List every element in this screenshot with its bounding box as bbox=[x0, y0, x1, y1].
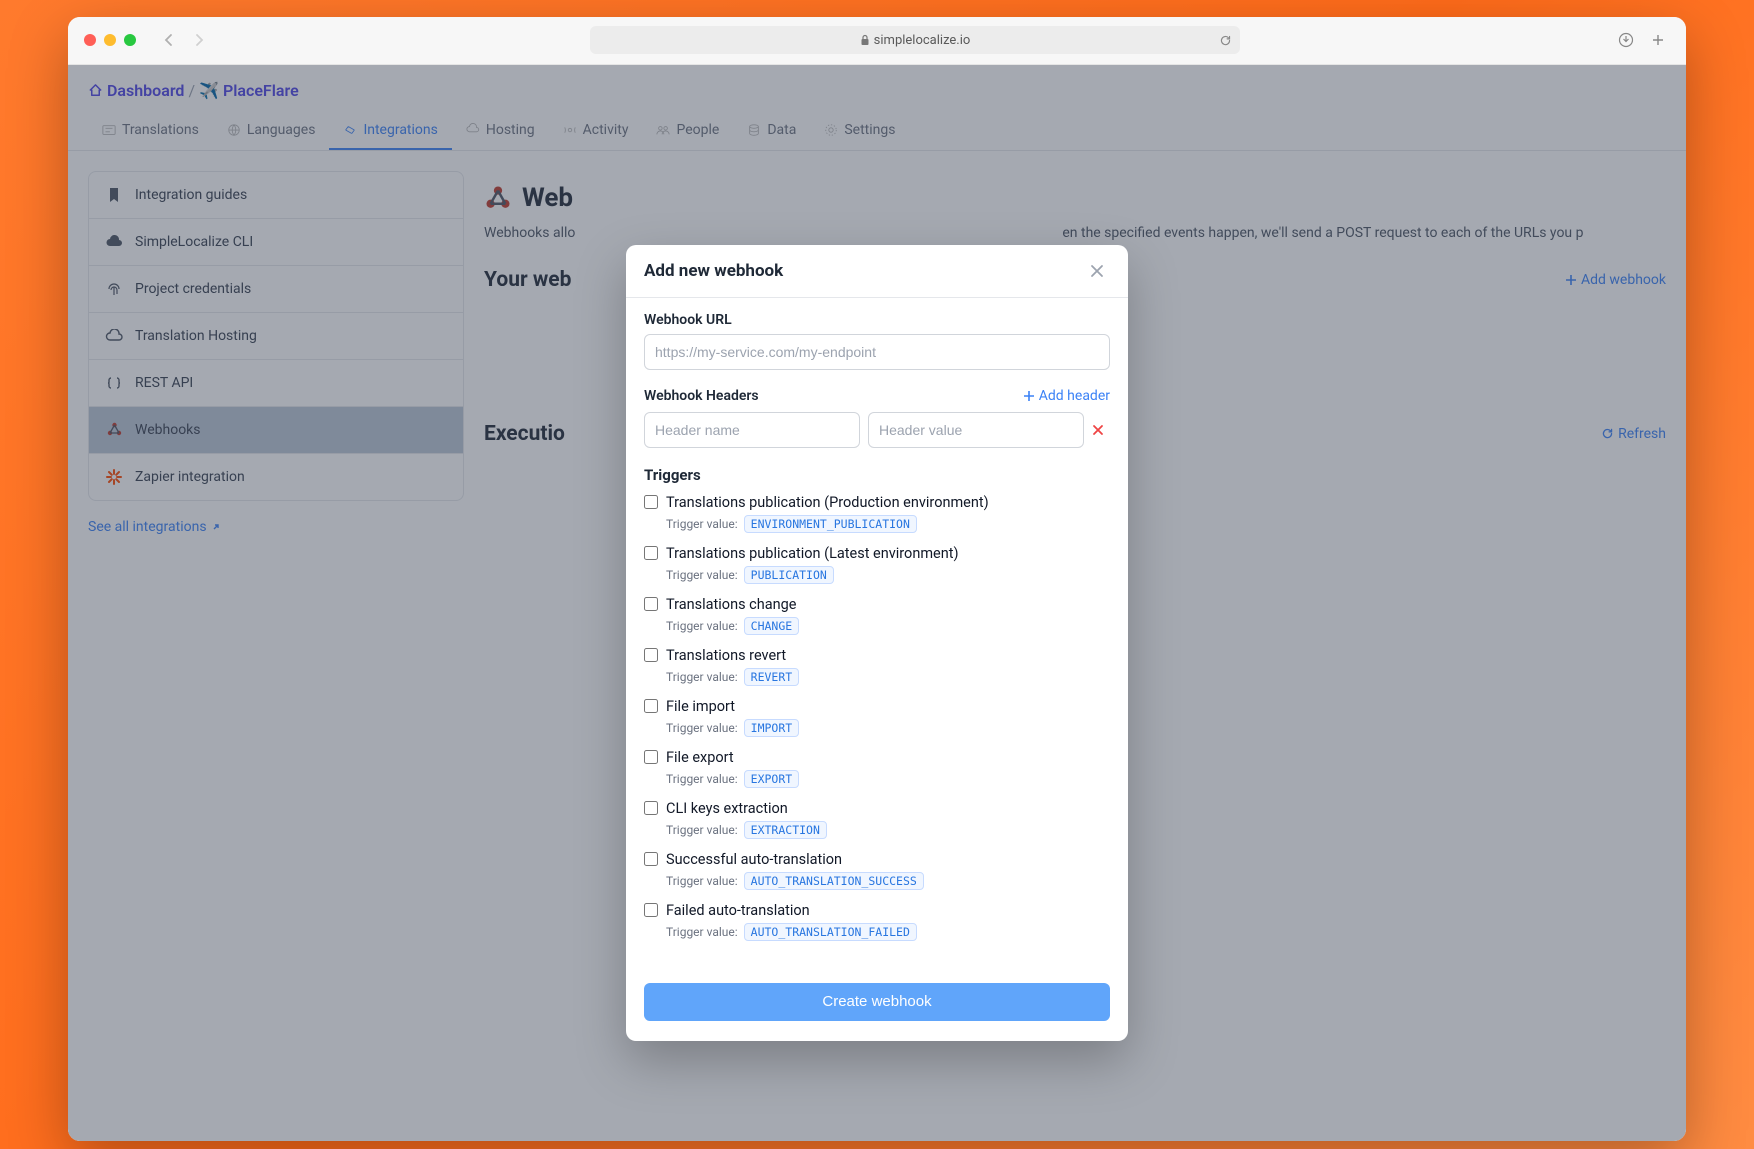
url-bar[interactable]: simplelocalize.io bbox=[590, 26, 1240, 54]
new-tab-icon[interactable] bbox=[1650, 32, 1670, 48]
trigger-name: File import bbox=[666, 698, 735, 715]
maximize-window-button[interactable] bbox=[124, 34, 136, 46]
trigger-item: File export Trigger value: EXPORT bbox=[644, 749, 1110, 788]
trigger-value-code: AUTO_TRANSLATION_SUCCESS bbox=[744, 872, 924, 890]
trigger-name: CLI keys extraction bbox=[666, 800, 788, 817]
url-host: simplelocalize.io bbox=[874, 33, 971, 48]
trigger-item: Translations publication (Latest environ… bbox=[644, 545, 1110, 584]
trigger-item: Translations change Trigger value: CHANGE bbox=[644, 596, 1110, 635]
trigger-checkbox[interactable] bbox=[644, 903, 658, 917]
trigger-value-label: Trigger value: bbox=[666, 670, 738, 684]
webhook-headers-label: Webhook Headers bbox=[644, 388, 759, 404]
trigger-item: Translations publication (Production env… bbox=[644, 494, 1110, 533]
trigger-item: CLI keys extraction Trigger value: EXTRACT… bbox=[644, 800, 1110, 839]
traffic-lights bbox=[84, 34, 136, 46]
trigger-checkbox[interactable] bbox=[644, 597, 658, 611]
browser-chrome: simplelocalize.io bbox=[68, 17, 1686, 65]
app-content: Dashboard / ✈️ PlaceFlare Translations L… bbox=[68, 65, 1686, 1141]
header-name-input[interactable] bbox=[644, 412, 860, 448]
modal-header: Add new webhook bbox=[626, 245, 1128, 298]
trigger-value-code: REVERT bbox=[744, 668, 800, 686]
close-icon bbox=[1090, 264, 1104, 278]
trigger-value-code: ENVIRONMENT_PUBLICATION bbox=[744, 515, 917, 533]
trigger-checkbox[interactable] bbox=[644, 699, 658, 713]
trigger-value-code: IMPORT bbox=[744, 719, 800, 737]
nav-arrows bbox=[156, 28, 212, 52]
trigger-value-label: Trigger value: bbox=[666, 823, 738, 837]
trigger-name: Translations publication (Latest environ… bbox=[666, 545, 959, 562]
trigger-value-label: Trigger value: bbox=[666, 925, 738, 939]
trigger-name: Translations change bbox=[666, 596, 796, 613]
reload-icon[interactable] bbox=[1219, 34, 1232, 47]
header-value-input[interactable] bbox=[868, 412, 1084, 448]
lock-icon bbox=[860, 34, 870, 46]
add-header-label: Add header bbox=[1039, 388, 1110, 404]
webhook-url-input[interactable] bbox=[644, 334, 1110, 370]
forward-button[interactable] bbox=[188, 28, 212, 52]
modal-close-button[interactable] bbox=[1090, 264, 1110, 278]
create-webhook-button[interactable]: Create webhook bbox=[644, 983, 1110, 1021]
trigger-value-label: Trigger value: bbox=[666, 568, 738, 582]
trigger-checkbox[interactable] bbox=[644, 852, 658, 866]
trigger-value-code: PUBLICATION bbox=[744, 566, 834, 584]
trigger-value-code: EXPORT bbox=[744, 770, 800, 788]
trigger-item: Failed auto-translation Trigger value: AUT… bbox=[644, 902, 1110, 941]
webhook-url-label: Webhook URL bbox=[644, 312, 1110, 328]
trigger-value-label: Trigger value: bbox=[666, 619, 738, 633]
trigger-value-code: AUTO_TRANSLATION_FAILED bbox=[744, 923, 917, 941]
trigger-checkbox[interactable] bbox=[644, 801, 658, 815]
modal-body: Webhook URL Webhook Headers Add header bbox=[626, 298, 1128, 971]
trigger-name: Translations publication (Production env… bbox=[666, 494, 989, 511]
trigger-item: Successful auto-translation Trigger value… bbox=[644, 851, 1110, 890]
triggers-list: Translations publication (Production env… bbox=[644, 494, 1110, 941]
trigger-value-label: Trigger value: bbox=[666, 874, 738, 888]
trigger-value-code: EXTRACTION bbox=[744, 821, 827, 839]
trigger-value-label: Trigger value: bbox=[666, 721, 738, 735]
minimize-window-button[interactable] bbox=[104, 34, 116, 46]
back-button[interactable] bbox=[156, 28, 180, 52]
close-icon bbox=[1092, 424, 1104, 436]
trigger-name: Translations revert bbox=[666, 647, 786, 664]
downloads-icon[interactable] bbox=[1618, 32, 1638, 48]
browser-window: simplelocalize.io Dashboard / ✈️ PlaceFl… bbox=[68, 17, 1686, 1141]
trigger-item: File import Trigger value: IMPORT bbox=[644, 698, 1110, 737]
add-webhook-modal: Add new webhook Webhook URL Webhook Head… bbox=[626, 245, 1128, 1041]
modal-title: Add new webhook bbox=[644, 261, 783, 281]
plus-icon bbox=[1023, 390, 1035, 402]
add-header-button[interactable]: Add header bbox=[1023, 388, 1110, 404]
trigger-checkbox[interactable] bbox=[644, 546, 658, 560]
trigger-checkbox[interactable] bbox=[644, 750, 658, 764]
close-window-button[interactable] bbox=[84, 34, 96, 46]
trigger-value-code: CHANGE bbox=[744, 617, 800, 635]
trigger-name: File export bbox=[666, 749, 734, 766]
trigger-checkbox[interactable] bbox=[644, 648, 658, 662]
trigger-value-label: Trigger value: bbox=[666, 517, 738, 531]
trigger-checkbox[interactable] bbox=[644, 495, 658, 509]
trigger-item: Translations revert Trigger value: REVERT bbox=[644, 647, 1110, 686]
remove-header-button[interactable] bbox=[1092, 424, 1110, 436]
triggers-label: Triggers bbox=[644, 466, 1110, 484]
trigger-name: Failed auto-translation bbox=[666, 902, 810, 919]
trigger-name: Successful auto-translation bbox=[666, 851, 842, 868]
chrome-right-controls bbox=[1618, 32, 1670, 48]
trigger-value-label: Trigger value: bbox=[666, 772, 738, 786]
